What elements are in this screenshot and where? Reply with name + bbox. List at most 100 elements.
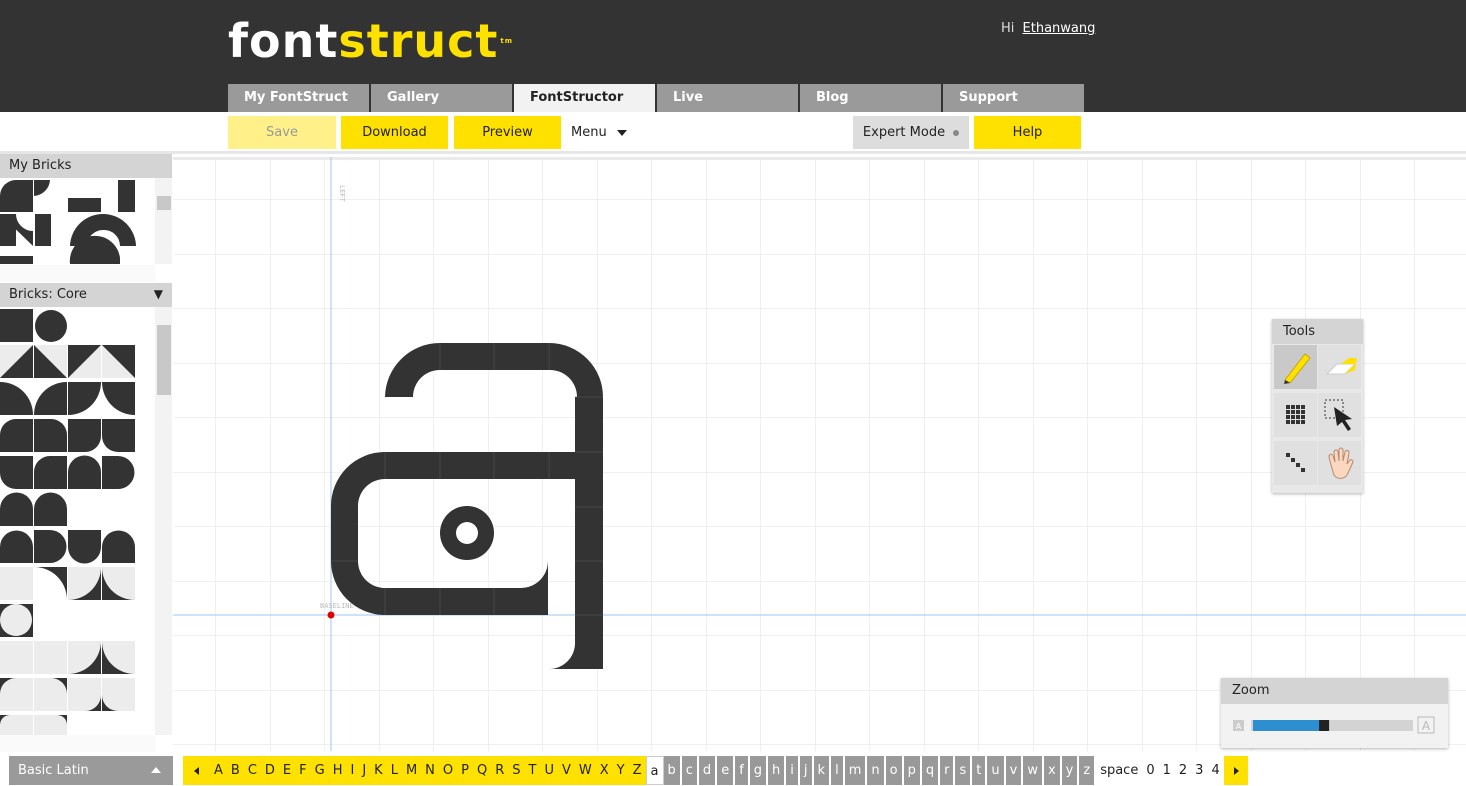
glyph-space[interactable]: space — [1096, 756, 1142, 785]
brick-quarter — [68, 382, 101, 415]
glyph-s-lower[interactable]: s — [955, 756, 971, 785]
glyph-0[interactable]: 0 — [1142, 756, 1158, 785]
select-tool-button[interactable] — [1318, 393, 1361, 437]
fontstruct-logo[interactable]: fontstruct tm — [228, 18, 513, 64]
glyph-V[interactable]: V — [558, 756, 575, 785]
charset-select[interactable]: Basic Latin — [9, 756, 173, 785]
glyph-H[interactable]: H — [328, 756, 347, 785]
expert-mode-toggle[interactable]: Expert Mode — [853, 116, 969, 149]
scroll-thumb[interactable] — [157, 196, 171, 210]
tab-gallery[interactable]: Gallery — [371, 84, 512, 112]
glyph-T[interactable]: T — [524, 756, 541, 785]
glyph-E[interactable]: E — [278, 756, 296, 785]
glyph-K[interactable]: K — [370, 756, 387, 785]
glyph-Y[interactable]: Y — [612, 756, 629, 785]
scroll-thumb[interactable] — [157, 325, 171, 395]
glyph-v-lower[interactable]: v — [1005, 756, 1022, 785]
glyph-N[interactable]: N — [421, 756, 439, 785]
glyph-q-lower[interactable]: q — [921, 756, 939, 785]
glyph-W[interactable]: W — [574, 756, 596, 785]
core-bricks-vscroll[interactable] — [155, 307, 172, 735]
glyph-p-lower[interactable]: p — [903, 756, 920, 785]
glyph-G[interactable]: G — [310, 756, 329, 785]
glyph-Q[interactable]: Q — [472, 756, 492, 785]
tab-live[interactable]: Live — [657, 84, 798, 112]
glyph-L[interactable]: L — [386, 756, 402, 785]
glyph-B[interactable]: B — [226, 756, 244, 785]
glyph-g-lower[interactable]: g — [749, 756, 767, 785]
glyph-l-lower[interactable]: l — [831, 756, 843, 785]
glyph-n-lower[interactable]: n — [867, 756, 884, 785]
fill-tool-button[interactable] — [1274, 393, 1317, 437]
glyph-u-lower[interactable]: u — [987, 756, 1004, 785]
glyph-x-lower[interactable]: x — [1043, 756, 1060, 785]
prev-glyphs-button[interactable] — [183, 756, 210, 785]
glyph-R[interactable]: R — [491, 756, 509, 785]
zoom-slider[interactable]: A A — [1221, 704, 1448, 748]
glyph-e-lower[interactable]: e — [717, 756, 734, 785]
filter-icon[interactable]: ▼ — [154, 287, 163, 301]
glyph-2[interactable]: 2 — [1175, 756, 1191, 785]
line-tool-button[interactable] — [1274, 441, 1317, 485]
tab-fontstructor[interactable]: FontStructor — [514, 84, 655, 112]
glyph-i-lower[interactable]: i — [786, 756, 798, 785]
next-glyphs-button[interactable] — [1223, 756, 1248, 785]
glyph-current[interactable]: a — [645, 756, 664, 785]
glyph-Z[interactable]: Z — [628, 756, 646, 785]
tab-support[interactable]: Support — [943, 84, 1084, 112]
my-bricks-hscroll[interactable] — [0, 265, 155, 282]
brick-round — [68, 419, 102, 453]
glyph-w-lower[interactable]: w — [1023, 756, 1042, 785]
glyph-y-lower[interactable]: y — [1061, 756, 1078, 785]
username-link[interactable]: Ethanwang — [1023, 21, 1096, 36]
glyph-j-lower[interactable]: j — [799, 756, 812, 785]
glyph-P[interactable]: P — [457, 756, 473, 785]
glyph-J[interactable]: J — [358, 756, 371, 785]
glyph-k-lower[interactable]: k — [813, 756, 830, 785]
glyph-f-lower[interactable]: f — [735, 756, 748, 785]
my-bricks-vscroll[interactable] — [155, 178, 172, 264]
glyph-M[interactable]: M — [401, 756, 422, 785]
tab-my-fontstruct[interactable]: My FontStruct — [228, 84, 369, 112]
my-bricks-grid — [0, 180, 136, 264]
eraser-tool-button[interactable] — [1318, 345, 1361, 389]
glyph-d-lower[interactable]: d — [698, 756, 716, 785]
save-button[interactable]: Save — [228, 116, 336, 149]
glyph-S[interactable]: S — [508, 756, 525, 785]
glyph-c-lower[interactable]: c — [681, 756, 697, 785]
glyph-4[interactable]: 4 — [1207, 756, 1223, 785]
glyph-A[interactable]: A — [210, 756, 227, 785]
glyph-C[interactable]: C — [243, 756, 261, 785]
brick-quarter — [34, 382, 67, 415]
glyph-3[interactable]: 3 — [1191, 756, 1207, 785]
glyph-1[interactable]: 1 — [1159, 756, 1175, 785]
charset-label: Basic Latin — [18, 763, 89, 778]
glyph-F[interactable]: F — [295, 756, 311, 785]
glyph-h-lower[interactable]: h — [768, 756, 785, 785]
menu-dropdown[interactable]: Menu — [571, 116, 627, 149]
glyph-D[interactable]: D — [260, 756, 279, 785]
glyph-z-lower[interactable]: z — [1079, 756, 1095, 785]
brick-circle — [35, 310, 67, 342]
hand-tool-button[interactable] — [1318, 441, 1361, 485]
bricks-core-header[interactable]: Bricks: Core ▼ — [0, 283, 172, 307]
core-bricks-grid — [0, 309, 135, 735]
glyph-U[interactable]: U — [540, 756, 558, 785]
selection-cursor-icon — [1324, 399, 1352, 431]
glyph-r-lower[interactable]: r — [940, 756, 954, 785]
help-button[interactable]: Help — [974, 116, 1081, 149]
glyph-t-lower[interactable]: t — [972, 756, 986, 785]
pencil-tool-button[interactable] — [1274, 345, 1317, 389]
glyph-O[interactable]: O — [438, 756, 458, 785]
core-bricks-hscroll[interactable] — [0, 735, 155, 752]
glyph-m-lower[interactable]: m — [844, 756, 866, 785]
download-button[interactable]: Download — [341, 116, 448, 149]
zoom-track-fill — [1253, 720, 1325, 731]
preview-button[interactable]: Preview — [454, 116, 561, 149]
glyph-o-lower[interactable]: o — [885, 756, 902, 785]
tab-blog[interactable]: Blog — [800, 84, 941, 112]
caret-down-icon — [616, 129, 627, 136]
glyph-X[interactable]: X — [595, 756, 613, 785]
glyph-I[interactable]: I — [346, 756, 359, 785]
glyph-b-lower[interactable]: b — [663, 756, 680, 785]
